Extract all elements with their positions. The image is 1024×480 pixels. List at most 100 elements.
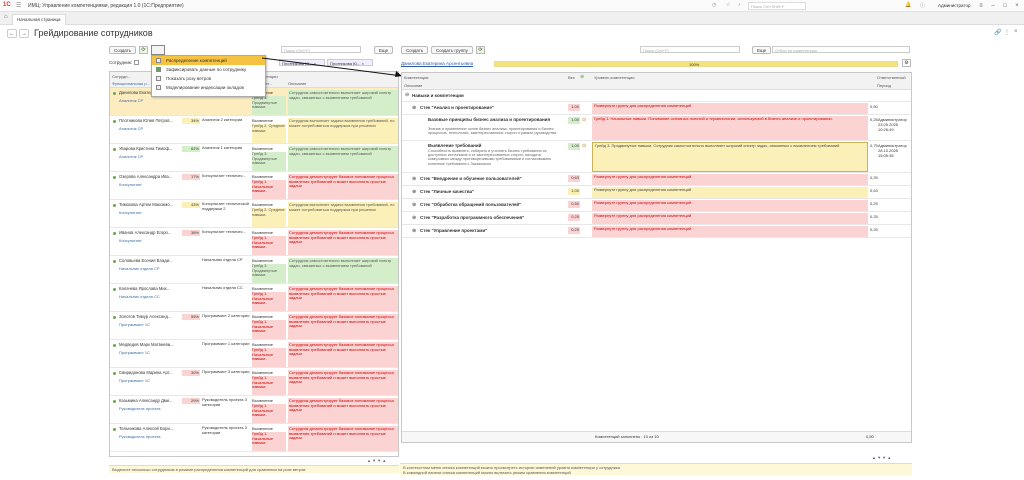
col-weight[interactable]: Вес xyxy=(568,75,575,80)
left-scroll-controls[interactable]: ▲ ▼ ▼ ▲ xyxy=(367,458,399,465)
competence-level[interactable]: Развернуте группу для распределения комп… xyxy=(592,103,868,114)
right-search-input[interactable]: Поиск (Ctrl+F) xyxy=(640,46,740,53)
competence-row[interactable]: Базовые принципы бизнес анализа и проект… xyxy=(402,115,911,141)
competence-row[interactable]: Выявление требований Способность выявлят… xyxy=(402,141,911,173)
group-collapse-icon[interactable]: ⊖ xyxy=(405,92,409,98)
star-icon[interactable]: ☆ xyxy=(726,2,730,8)
competence-group-row[interactable]: ⊕ Стек "Разработка программного обеспече… xyxy=(402,212,911,225)
right-search-placeholder: Поиск (Ctrl+F) xyxy=(643,48,669,53)
employee-filter-checkbox[interactable] xyxy=(134,60,139,65)
tab-home[interactable]: Начальная страница xyxy=(12,14,66,25)
employee-row[interactable]: Плотникова Юлия Петров... Аналитик СР 34… xyxy=(110,116,398,144)
employee-grade: Аналитик 1 категории xyxy=(202,145,243,150)
col-description-r[interactable]: Описание xyxy=(404,83,422,88)
close-icon[interactable]: × xyxy=(1012,2,1022,10)
employee-row[interactable]: Уварова Кристина Тимоф... Аналитик СР 62… xyxy=(110,144,398,172)
employee-row[interactable]: Тимохова Артем Максимо... Консультант 43… xyxy=(110,200,398,228)
col-level-r[interactable]: Уровень компетенции xyxy=(594,75,635,80)
competence-level[interactable]: Развернуте группу для распределения комп… xyxy=(592,174,868,185)
settings-icon[interactable]: ≡ xyxy=(976,2,986,10)
expand-icon[interactable]: ⊕ xyxy=(412,215,416,221)
forward-button[interactable]: → xyxy=(19,29,29,38)
employee-progress: 62% xyxy=(182,146,200,152)
back-button[interactable]: ← xyxy=(7,29,17,38)
left-search-input[interactable]: Поиск (Ctrl+F) xyxy=(281,46,361,53)
global-search-input[interactable]: Поиск Ctrl+Shift+F xyxy=(748,2,806,10)
col-competence-r[interactable]: Компетенция xyxy=(404,75,428,80)
user-name[interactable]: Администратор xyxy=(938,3,970,8)
left-create-button[interactable]: Создать xyxy=(109,46,137,54)
competence-filter-input[interactable]: Отбор по компетенции xyxy=(772,46,910,53)
employees-table: Сотрудн... Функциональная р... ...омпете… xyxy=(109,71,399,457)
competence-level[interactable]: Развернуте группу для распределения комп… xyxy=(592,226,868,237)
col-responsible[interactable]: Ответственный xyxy=(877,75,906,80)
history-icon[interactable]: ⊙ xyxy=(582,143,586,149)
history-icon[interactable]: ◷ xyxy=(712,2,716,8)
employee-name: Плотникова Юлия Петров... xyxy=(119,118,173,123)
right-settings-icon[interactable]: ⚙ xyxy=(902,59,911,67)
competence-group-row[interactable]: ⊕ Стек "Анализ и проектирование" 1,00 Разв… xyxy=(402,102,911,115)
employee-link[interactable]: Данилова Екатерина Арсентьевна xyxy=(401,61,473,66)
minimize-icon[interactable]: – xyxy=(988,2,998,10)
menu-item-wind-rose[interactable]: Показать розу ветров xyxy=(152,74,265,83)
employee-level-description: Сотрудник демонстрирует базовое понимани… xyxy=(288,398,398,423)
competence-level[interactable]: Развернуте группу для распределения комп… xyxy=(592,187,868,198)
employee-row[interactable]: Свиридонова Марина Арт... Программист 1С… xyxy=(110,368,398,396)
expand-icon[interactable]: ⊕ xyxy=(412,176,416,182)
menu-item-fix-data[interactable]: Зафиксировать данные по сотруднику xyxy=(152,65,265,74)
status-dot xyxy=(113,92,116,95)
expand-icon[interactable]: ⊕ xyxy=(412,189,416,195)
employee-row[interactable]: Соловьева Есения Влади... Начальник отде… xyxy=(110,256,398,284)
competence-group-row[interactable]: ⊕ Стек "Личные качества" 1,00 Развернуте г… xyxy=(402,186,911,199)
actions-menu-icon[interactable] xyxy=(151,45,165,55)
col-copy-icon[interactable]: ⊕ xyxy=(580,74,584,80)
menu-icon[interactable]: ☰ xyxy=(16,2,21,9)
notifications-icon[interactable]: 🔔 xyxy=(905,2,911,8)
col-period[interactable]: Период xyxy=(877,83,891,88)
employee-row[interactable]: Калачева Ярослава Мих... Начальник отдел… xyxy=(110,284,398,312)
employee-progress: 17% xyxy=(182,174,200,180)
employee-level-description: Сотрудник самостоятельно выполняет широк… xyxy=(288,146,398,171)
employee-row[interactable]: Озерова Александра Ива... Консультант 17… xyxy=(110,172,398,200)
competence-group-row[interactable]: ⊕ Стек "Внедрение и обучение пользовател… xyxy=(402,173,911,186)
right-create-button[interactable]: Создать xyxy=(401,46,429,54)
employee-grade: Аналитик 2 категории xyxy=(202,117,243,122)
employee-row[interactable]: Медведев Марк Матвееви... Программист 1С… xyxy=(110,340,398,368)
expand-icon[interactable]: ⊕ xyxy=(412,105,416,111)
employee-row[interactable]: Тельникова Алексей Бори... Руководитель … xyxy=(110,424,398,452)
left-more-button[interactable]: Еще xyxy=(374,46,394,54)
menu-item-distribute[interactable]: Распределение компетенций xyxy=(152,56,265,65)
close-form-icon[interactable]: × xyxy=(1014,29,1018,35)
info-icon[interactable]: ⓘ xyxy=(920,2,925,9)
expand-icon[interactable]: ⊕ xyxy=(412,202,416,208)
competence-group-row[interactable]: ⊕ Стек "Управление проектами" 0,25 Разверн… xyxy=(402,225,911,238)
competence-group-name: Стек "Внедрение и обучение пользователей… xyxy=(420,176,522,181)
competence-group-row[interactable]: ⊕ Стек "Обработка обращений пользователе… xyxy=(402,199,911,212)
maximize-icon[interactable]: □ xyxy=(1000,2,1010,10)
competence-level[interactable]: Развернуте группу для распределения комп… xyxy=(592,200,868,211)
home-icon[interactable]: ⌂ xyxy=(4,14,8,20)
competence-level[interactable]: Грейд 1. Начальные навыки. Понимание осн… xyxy=(592,116,868,140)
right-scroll-controls[interactable]: ▲ ▼ ▼ ▲ xyxy=(872,455,912,462)
employee-role: Консультант xyxy=(119,182,142,187)
right-more-button[interactable]: Еще xyxy=(752,46,772,54)
competence-level[interactable]: Развернуте группу для распределения комп… xyxy=(592,213,868,224)
employee-row[interactable]: Золотов Тимур Александ... Программист 1С… xyxy=(110,312,398,340)
expand-icon[interactable]: ⊕ xyxy=(412,228,416,234)
group-root-row[interactable]: ⊖ Навыки и компетенции xyxy=(402,90,911,102)
employee-row[interactable]: Иванов Александр Егоро... Консультант 38… xyxy=(110,228,398,256)
more-icon[interactable]: ⋮ xyxy=(1004,29,1010,36)
col-employee[interactable]: Сотрудн... xyxy=(112,74,131,79)
history-icon[interactable]: ⊙ xyxy=(582,117,586,123)
create-group-button[interactable]: Создать группу xyxy=(431,46,473,54)
competence-level[interactable]: Грейд 3. Продвинутые навыки. Сотрудник с… xyxy=(592,142,868,172)
employee-row[interactable]: Казьмина Александр Дми... Руководитель п… xyxy=(110,396,398,424)
col-description[interactable]: Описание xyxy=(288,81,306,86)
menu-item-salary-modeling[interactable]: Моделирование индексации окладов xyxy=(152,83,265,92)
bell-icon[interactable]: ♪ xyxy=(738,2,741,8)
right-refresh-icon[interactable]: ⟳ xyxy=(476,46,485,54)
refresh-icon[interactable]: ⟳ xyxy=(139,46,148,54)
col-func-role[interactable]: Функциональная р... xyxy=(112,81,150,86)
link-icon[interactable]: 🔗 xyxy=(994,29,1001,36)
employee-level-description: Сотрудник демонстрирует базовое понимани… xyxy=(288,286,398,311)
